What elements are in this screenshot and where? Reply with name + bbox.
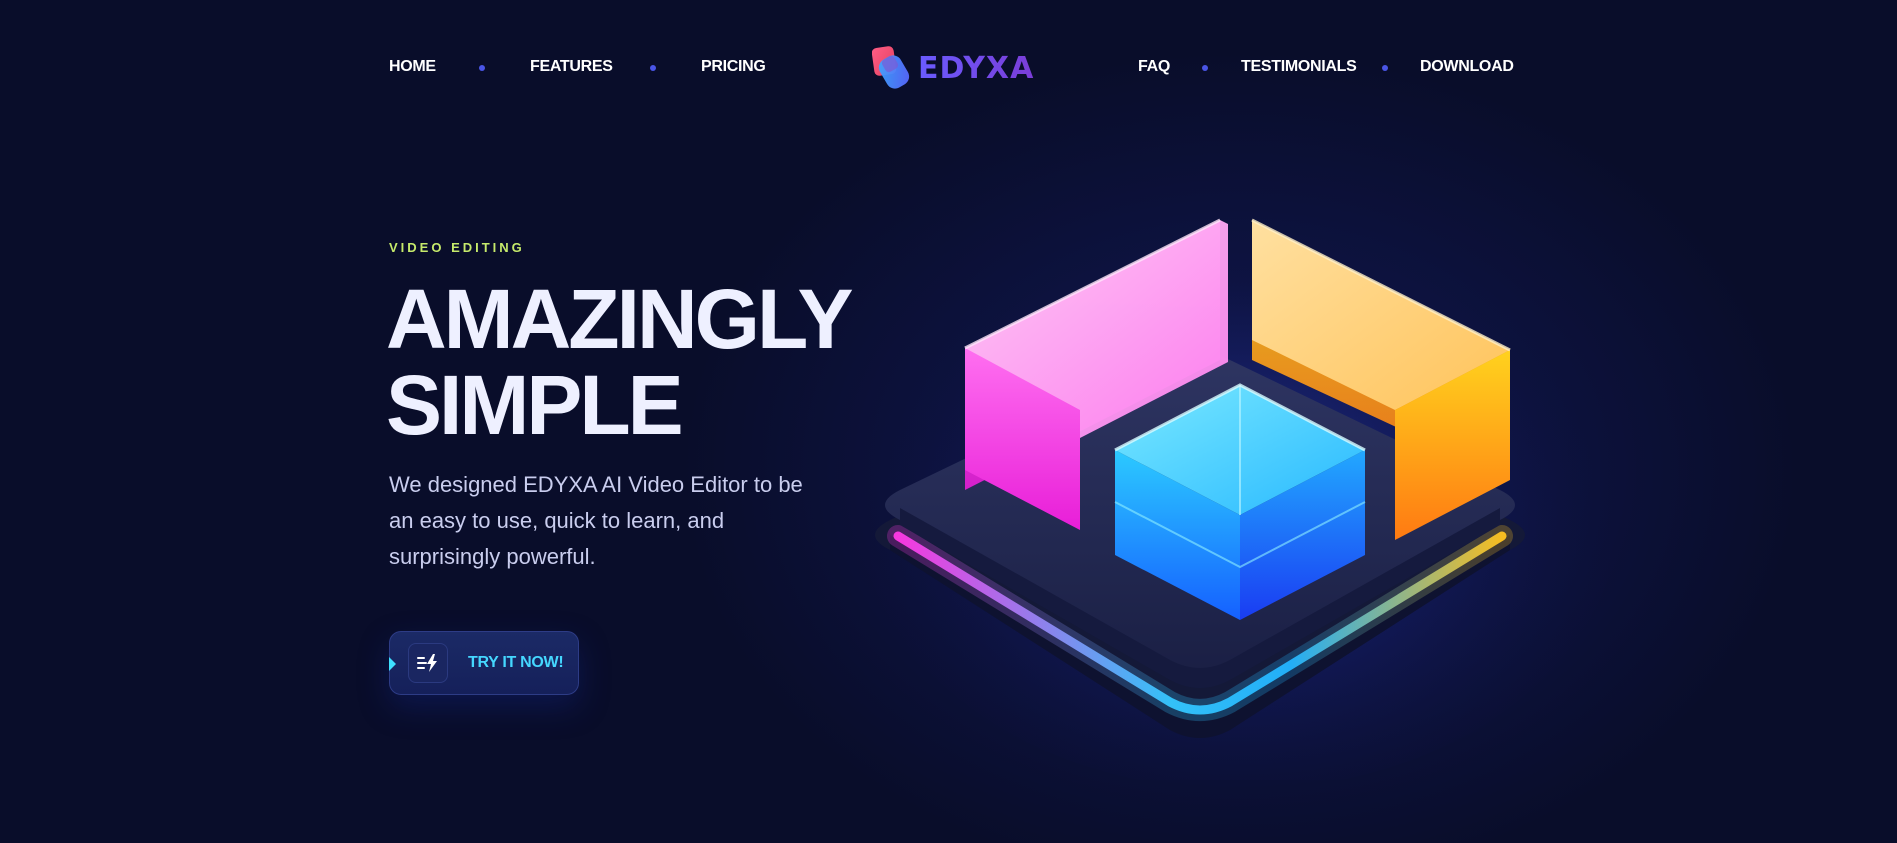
logo[interactable]: EDYXA bbox=[872, 44, 1034, 92]
cta-label: TRY IT NOW! bbox=[468, 654, 564, 671]
nav-separator-dot bbox=[1202, 65, 1208, 71]
landing-page: HOME FEATURES PRICING EDYXA FAQ TESTIMON… bbox=[0, 0, 1897, 843]
nav-separator-dot bbox=[650, 65, 656, 71]
nav-features[interactable]: FEATURES bbox=[530, 58, 613, 76]
cta-marker-icon bbox=[389, 657, 396, 671]
hero-eyebrow: VIDEO EDITING bbox=[389, 240, 525, 255]
hero-headline: AMAZINGLY SIMPLE bbox=[386, 276, 946, 448]
nav-testimonials[interactable]: TESTIMONIALS bbox=[1241, 58, 1357, 76]
nav-separator-dot bbox=[479, 65, 485, 71]
nav-download[interactable]: DOWNLOAD bbox=[1420, 58, 1514, 76]
try-it-now-button[interactable]: TRY IT NOW! bbox=[389, 631, 579, 695]
hero-description: We designed EDYXA AI Video Editor to be … bbox=[389, 472, 803, 569]
hero-headline-line-2: SIMPLE bbox=[386, 358, 684, 452]
logo-mark-icon bbox=[872, 46, 910, 89]
nav-faq[interactable]: FAQ bbox=[1138, 58, 1170, 76]
nav-separator-dot bbox=[1382, 65, 1388, 71]
logo-text: EDYXA bbox=[918, 50, 1035, 86]
nav-pricing[interactable]: PRICING bbox=[701, 58, 766, 76]
lightning-list-icon bbox=[408, 643, 448, 683]
nav-home[interactable]: HOME bbox=[389, 58, 436, 76]
3d-blocks-illustration bbox=[870, 218, 1610, 780]
hero-headline-line-1: AMAZINGLY bbox=[386, 272, 854, 366]
